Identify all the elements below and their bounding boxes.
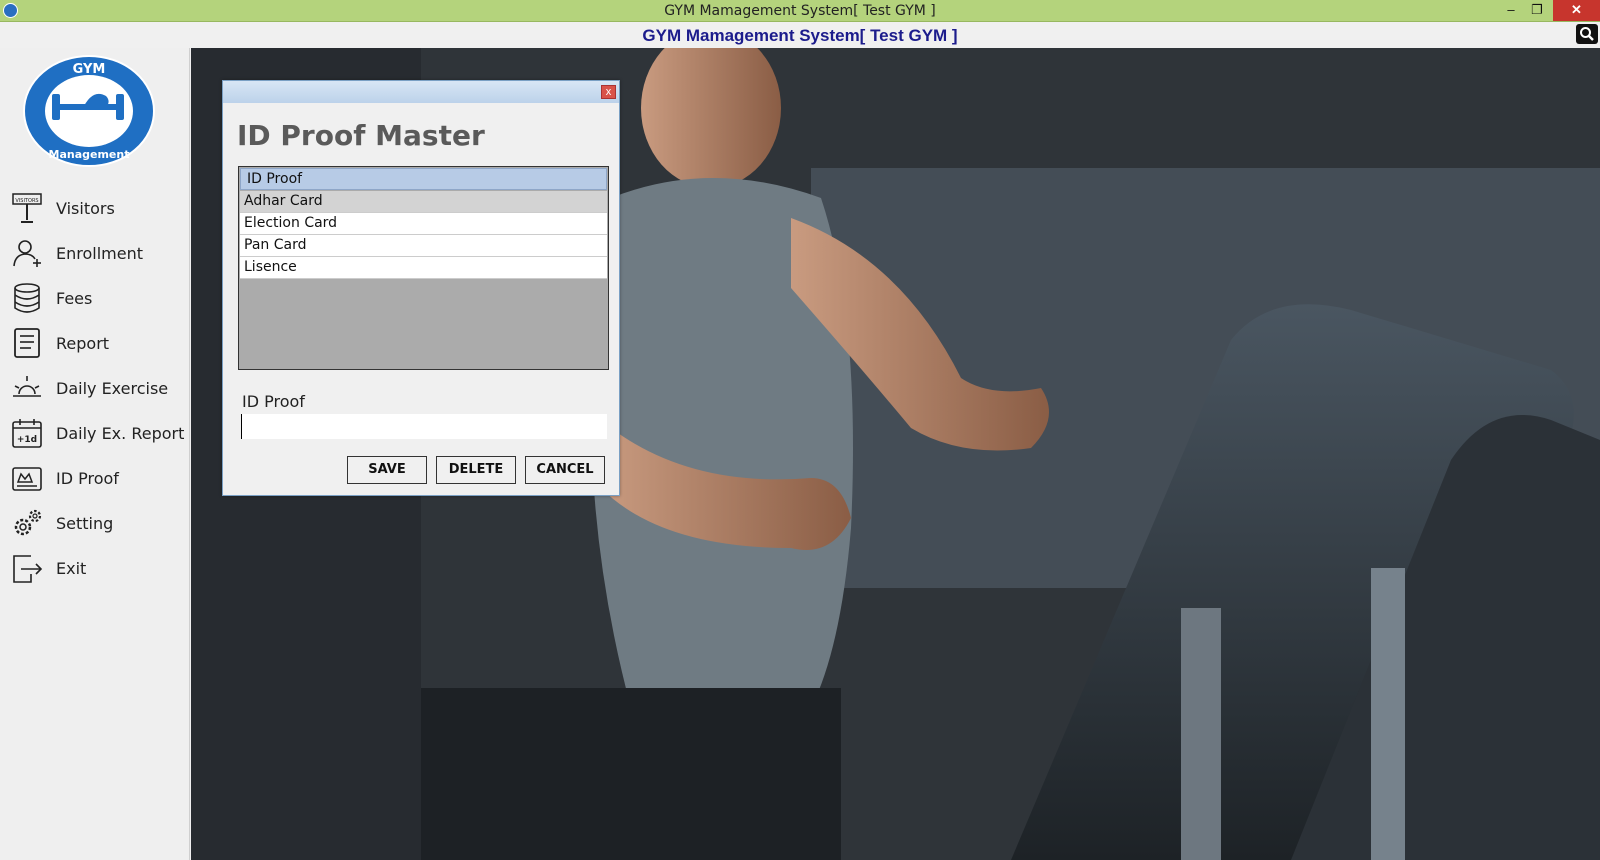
table-row[interactable]: Adhar Card <box>240 191 607 213</box>
sidebar-item-label: Setting <box>56 513 114 533</box>
table-row[interactable]: Election Card <box>240 213 607 235</box>
sidebar-item-label: Daily Ex. Report <box>56 423 185 443</box>
id-proof-dialog: x ID Proof Master ID Proof Adhar Card El… <box>222 80 620 496</box>
svg-text:VISITORS: VISITORS <box>15 198 38 204</box>
sidebar-item-label: Daily Exercise <box>56 378 169 398</box>
sidebar-item-label: ID Proof <box>56 468 119 488</box>
sidebar-item-fees[interactable]: Fees <box>10 278 185 318</box>
gym-logo: GYM Management <box>22 54 156 168</box>
sidebar-item-label: Visitors <box>56 198 115 218</box>
sidebar-item-daily-ex-report[interactable]: +1d Daily Ex. Report <box>10 413 185 453</box>
logo-top-text: GYM <box>73 62 106 77</box>
dialog-heading: ID Proof Master <box>237 119 485 152</box>
search-icon[interactable] <box>1576 24 1598 44</box>
id-proof-input[interactable] <box>241 414 607 439</box>
exit-icon <box>10 551 44 585</box>
table-row[interactable]: Lisence <box>240 257 607 279</box>
gear-icon <box>10 506 44 540</box>
table-row[interactable]: Pan Card <box>240 235 607 257</box>
sidebar-item-exit[interactable]: Exit <box>10 548 185 588</box>
sidebar: GYM Management VISITORS Visitors Enrollm… <box>0 48 190 860</box>
dialog-close-button[interactable]: x <box>601 85 616 99</box>
sidebar-item-enrollment[interactable]: Enrollment <box>10 233 185 273</box>
sidebar-item-label: Fees <box>56 288 93 308</box>
sidebar-item-daily-exercise[interactable]: Daily Exercise <box>10 368 185 408</box>
report-icon <box>10 326 44 360</box>
sidebar-item-label: Enrollment <box>56 243 143 263</box>
app-header: GYM Mamagement System[ Test GYM ] <box>0 22 1600 48</box>
id-proof-grid: ID Proof Adhar Card Election Card Pan Ca… <box>238 166 609 370</box>
user-add-icon <box>10 236 44 270</box>
restore-button[interactable]: ❐ <box>1522 0 1552 21</box>
id-proof-field-label: ID Proof <box>242 392 305 411</box>
window-titlebar: GYM Mamagement System[ Test GYM ] – ❐ ✕ <box>0 0 1600 22</box>
dialog-titlebar: x <box>223 81 619 103</box>
window-title: GYM Mamagement System[ Test GYM ] <box>664 3 936 19</box>
logo-bottom-text: Management <box>49 148 130 161</box>
id-card-icon <box>10 461 44 495</box>
visitors-icon: VISITORS <box>10 191 44 225</box>
sidebar-item-setting[interactable]: Setting <box>10 503 185 543</box>
calendar-icon: +1d <box>10 416 44 450</box>
coins-icon <box>10 281 44 315</box>
sidebar-item-label: Exit <box>56 558 87 578</box>
svg-text:+1d: +1d <box>17 435 37 445</box>
delete-button[interactable]: DELETE <box>436 456 516 484</box>
sidebar-item-id-proof[interactable]: ID Proof <box>10 458 185 498</box>
sun-icon <box>10 371 44 405</box>
app-header-title: GYM Mamagement System[ Test GYM ] <box>642 26 958 45</box>
close-window-button[interactable]: ✕ <box>1553 0 1600 21</box>
save-button[interactable]: SAVE <box>347 456 427 484</box>
sidebar-item-report[interactable]: Report <box>10 323 185 363</box>
grid-column-header[interactable]: ID Proof <box>240 168 607 190</box>
sidebar-item-visitors[interactable]: VISITORS Visitors <box>10 188 185 228</box>
sidebar-item-label: Report <box>56 333 110 353</box>
cancel-button[interactable]: CANCEL <box>525 456 605 484</box>
